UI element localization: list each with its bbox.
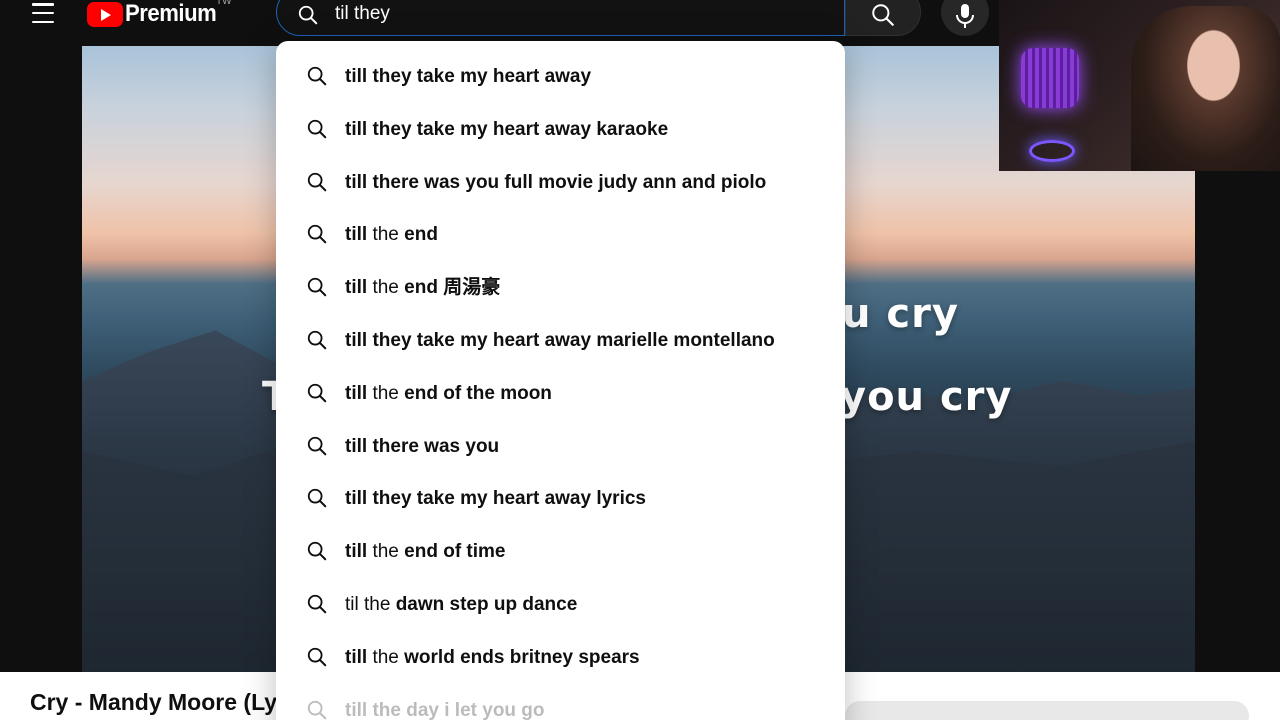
suggestion-text: till the world ends britney spears xyxy=(345,647,640,669)
suggestion-plain-word: the xyxy=(367,646,399,668)
suggestion-prefix: till xyxy=(345,541,368,563)
search-icon xyxy=(306,329,328,356)
suggestion-prefix: till xyxy=(345,646,368,668)
suggestion-bold-part: end 周湯豪 xyxy=(398,277,501,299)
suggestion-text: till the day i let you go xyxy=(345,699,545,720)
suggestion-text: till they take my heart away marielle mo… xyxy=(345,330,775,351)
suggestion-completion: the end of time xyxy=(367,541,505,562)
suggestion-item[interactable]: till they take my heart away lyrics xyxy=(276,472,845,525)
suggestion-item[interactable]: till there was you full movie judy ann a… xyxy=(276,156,845,209)
streamer-image xyxy=(1131,6,1280,171)
suggestion-prefix: till xyxy=(345,277,368,299)
suggestion-completion: the world ends britney spears xyxy=(367,647,639,668)
search-icon xyxy=(306,540,328,567)
menu-icon[interactable] xyxy=(32,3,56,23)
suggestion-item[interactable]: till they take my heart away karaoke xyxy=(276,103,845,156)
search-icon xyxy=(306,171,328,198)
search-icon xyxy=(306,118,328,145)
search-button[interactable] xyxy=(845,0,921,36)
suggestion-plain-word: the xyxy=(367,277,399,299)
suggestion-prefix: till xyxy=(345,224,368,246)
search-icon xyxy=(870,2,896,33)
search-icon xyxy=(306,646,328,673)
webcam-overlay xyxy=(999,0,1280,171)
country-code: TW xyxy=(216,0,232,7)
suggestion-text: till the end 周湯豪 xyxy=(345,277,500,299)
search-icon xyxy=(306,487,328,514)
lyric-line-1: u cry xyxy=(842,291,959,337)
suggestion-text: till they take my heart away xyxy=(345,66,592,87)
suggestion-item[interactable]: till they take my heart away xyxy=(276,50,845,103)
search-input[interactable] xyxy=(335,1,815,27)
suggestion-item[interactable]: till there was you xyxy=(276,420,845,473)
voice-search-button[interactable] xyxy=(941,0,989,36)
search-box[interactable] xyxy=(276,0,845,36)
logo-text: Premium xyxy=(125,0,217,27)
suggestion-item[interactable]: til the dawn step up dance xyxy=(276,578,845,631)
search-icon xyxy=(306,382,328,409)
lyric-line-2: you cry xyxy=(840,374,1013,420)
suggestion-bold-part: end xyxy=(398,224,438,246)
suggestion-completion: the end xyxy=(367,224,438,245)
suggestion-text: till the end of time xyxy=(345,541,506,563)
search-icon xyxy=(297,4,319,31)
suggestion-completion: the end 周湯豪 xyxy=(367,277,500,298)
search-suggestions-dropdown: till they take my heart away till they ta… xyxy=(276,41,845,720)
suggestion-bold-part: end of the moon xyxy=(398,382,552,404)
suggestion-completion: the end of the moon xyxy=(367,382,552,404)
suggestion-text: til the dawn step up dance xyxy=(345,594,577,616)
suggestion-text: till the end xyxy=(345,224,438,246)
suggestion-prefix: till xyxy=(345,382,368,404)
suggestion-item[interactable]: till the world ends britney spears xyxy=(276,631,845,684)
search-icon xyxy=(306,593,328,620)
search-icon xyxy=(306,699,328,720)
suggestion-item[interactable]: till the end of the moon xyxy=(276,367,845,420)
suggestion-text: till there was you xyxy=(345,435,500,457)
suggestion-plain-word: the xyxy=(367,382,399,404)
microphone-light-ring xyxy=(1029,140,1075,162)
search-icon xyxy=(306,435,328,462)
search-icon xyxy=(306,223,328,250)
info-bar xyxy=(845,701,1249,720)
microphone-image xyxy=(1021,48,1079,108)
youtube-premium-logo[interactable]: Premium xyxy=(87,0,224,28)
suggestion-plain-word: the xyxy=(367,224,399,246)
suggestion-item[interactable]: till the end 周湯豪 xyxy=(276,261,845,314)
search-icon xyxy=(306,65,328,92)
suggestion-plain-word: the xyxy=(367,541,399,563)
suggestion-item[interactable]: till the end xyxy=(276,208,845,261)
suggestion-bold-part: world ends britney spears xyxy=(398,646,640,668)
suggestion-text: till the end of the moon xyxy=(345,383,552,405)
suggestion-item[interactable]: till the day i let you go xyxy=(276,684,845,720)
suggestion-text: till they take my heart away lyrics xyxy=(345,488,646,510)
suggestion-prefix: til the xyxy=(345,594,391,615)
suggestion-completion: dawn step up dance xyxy=(390,594,578,615)
suggestion-item[interactable]: till the end of time xyxy=(276,525,845,578)
mic-icon xyxy=(954,3,976,34)
search-icon xyxy=(306,276,328,303)
youtube-logo-icon xyxy=(87,1,123,27)
suggestion-text: till there was you full movie judy ann a… xyxy=(345,171,767,193)
suggestion-text: till they take my heart away karaoke xyxy=(345,118,669,140)
suggestion-bold-part: end of time xyxy=(398,541,506,563)
video-title: Cry - Mandy Moore (Lyrics) xyxy=(30,689,276,715)
suggestion-item[interactable]: till they take my heart away marielle mo… xyxy=(276,314,845,367)
